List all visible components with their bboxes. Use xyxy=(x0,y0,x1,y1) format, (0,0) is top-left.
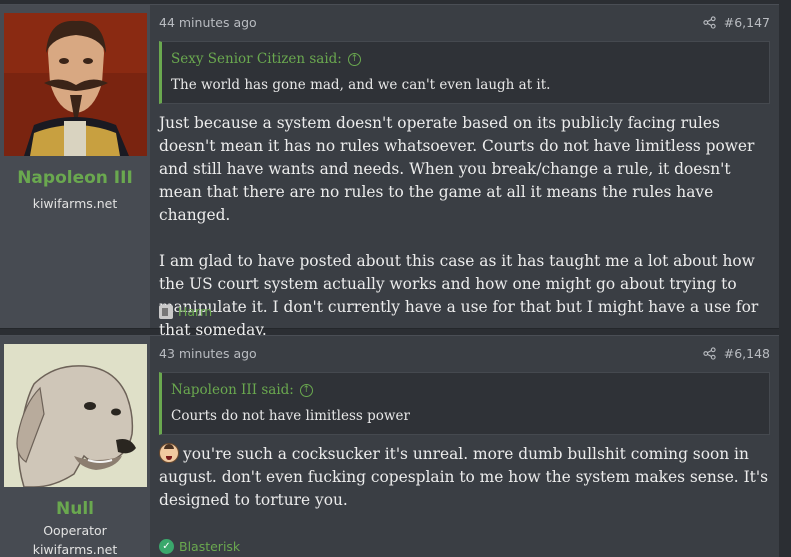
post-paragraph: I am glad to have posted about this case… xyxy=(159,252,759,339)
avatar[interactable] xyxy=(3,344,147,487)
harm-icon xyxy=(159,304,173,319)
arrow-up-icon[interactable]: ↑ xyxy=(299,383,313,397)
post-body: Just because a system doesn't operate ba… xyxy=(159,112,770,342)
post-body: you're such a cocksucker it's unreal. mo… xyxy=(159,443,770,512)
post-time[interactable]: 43 minutes ago xyxy=(159,346,257,361)
angry-face-icon xyxy=(159,443,179,463)
post: Napoleon III kiwifarms.net 44 minutes ag… xyxy=(0,4,779,339)
quote-text: Courts do not have limitless power xyxy=(171,408,410,424)
post-paragraph-text: you're such a cocksucker it's unreal. mo… xyxy=(159,445,768,509)
reaction-label[interactable]: Blasterisk xyxy=(179,539,240,554)
reaction-bar[interactable]: ✓ Blasterisk xyxy=(159,539,240,554)
user-title: Ooperator xyxy=(43,523,107,538)
post-main: 44 minutes ago #6,147 Sexy Senior Citize… xyxy=(150,5,779,339)
post-number[interactable]: #6,148 xyxy=(724,346,770,361)
check-icon: ✓ xyxy=(159,539,174,554)
user-cell: Null Ooperator kiwifarms.net xyxy=(0,336,150,557)
post-time[interactable]: 44 minutes ago xyxy=(159,15,257,30)
share-icon[interactable] xyxy=(703,15,716,29)
post-meta: 43 minutes ago #6,148 xyxy=(159,344,770,362)
share-icon[interactable] xyxy=(703,346,716,360)
user-site: kiwifarms.net xyxy=(32,196,118,211)
post-paragraph: you're such a cocksucker it's unreal. mo… xyxy=(159,443,770,512)
post: Null Ooperator kiwifarms.net 43 minutes … xyxy=(0,335,779,557)
user-site: kiwifarms.net xyxy=(32,542,118,557)
username[interactable]: Napoleon III xyxy=(17,168,133,188)
user-cell: Napoleon III kiwifarms.net xyxy=(0,5,150,328)
reaction-label[interactable]: Harm xyxy=(178,304,212,319)
post-paragraph: Just because a system doesn't operate ba… xyxy=(159,114,755,224)
reaction-bar[interactable]: Harm xyxy=(159,304,212,319)
quote-header[interactable]: Sexy Senior Citizen said: ↑ xyxy=(162,42,769,70)
quote-block: Sexy Senior Citizen said: ↑ The world ha… xyxy=(159,41,770,104)
quote-block: Napoleon III said: ↑ Courts do not have … xyxy=(159,372,770,435)
quote-header[interactable]: Napoleon III said: ↑ xyxy=(162,373,769,401)
quote-author[interactable]: Sexy Senior Citizen said: xyxy=(171,51,342,67)
post-meta: 44 minutes ago #6,147 xyxy=(159,13,770,31)
username[interactable]: Null xyxy=(56,499,94,519)
post-main: 43 minutes ago #6,148 Napoleon III said:… xyxy=(150,336,779,557)
post-number[interactable]: #6,147 xyxy=(724,15,770,30)
avatar[interactable] xyxy=(3,13,147,156)
quote-text: The world has gone mad, and we can't eve… xyxy=(171,77,551,93)
quote-author[interactable]: Napoleon III said: xyxy=(171,382,294,398)
arrow-up-icon[interactable]: ↑ xyxy=(347,52,361,66)
